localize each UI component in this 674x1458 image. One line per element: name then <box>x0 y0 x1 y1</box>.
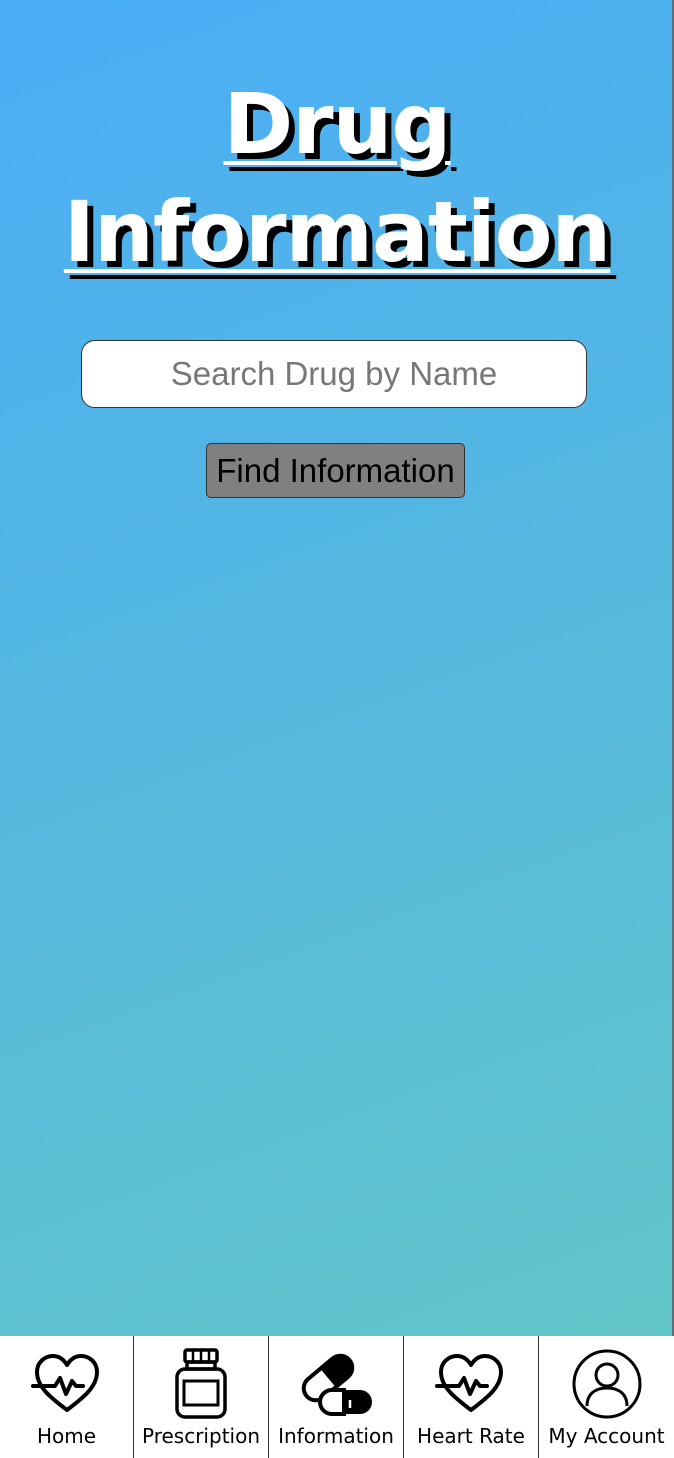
drug-search-input[interactable] <box>81 340 587 408</box>
page-title-line1: Drug <box>223 75 451 173</box>
find-information-button[interactable]: Find Information <box>206 443 465 498</box>
heartbeat-icon <box>433 1348 509 1420</box>
pill-bottle-icon <box>163 1348 239 1420</box>
nav-item-my-account[interactable]: My Account <box>538 1336 674 1458</box>
nav-item-label: My Account <box>548 1424 665 1448</box>
page-title: Drug Information <box>0 70 674 286</box>
nav-item-label: Information <box>278 1424 394 1448</box>
nav-item-heart-rate[interactable]: Heart Rate <box>403 1336 538 1458</box>
user-account-icon <box>569 1348 645 1420</box>
nav-item-information[interactable]: Information <box>268 1336 403 1458</box>
bottom-navigation: Home Prescription Information Heart Rate… <box>0 1336 674 1458</box>
heartbeat-icon <box>29 1348 105 1420</box>
nav-item-label: Heart Rate <box>417 1424 525 1448</box>
nav-item-prescription[interactable]: Prescription <box>133 1336 268 1458</box>
capsule-icon <box>298 1348 374 1420</box>
page-title-line2: Information <box>63 183 611 281</box>
nav-item-label: Home <box>36 1424 97 1448</box>
nav-item-home[interactable]: Home <box>0 1336 133 1458</box>
nav-item-label: Prescription <box>142 1424 260 1448</box>
